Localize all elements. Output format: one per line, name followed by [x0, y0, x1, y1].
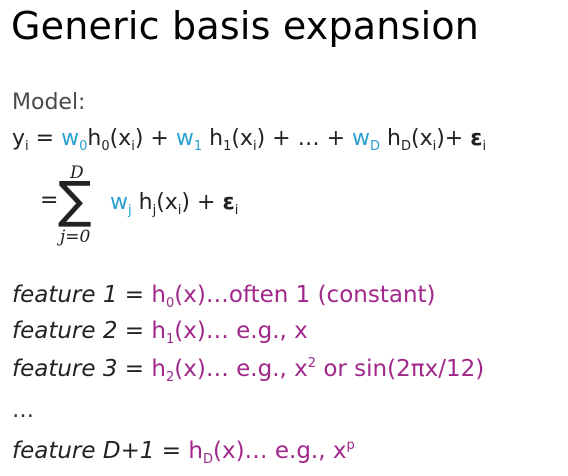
feature-line-3: feature 3 = h2(x)… e.g., x2 or sin(2πx/1…	[12, 356, 484, 385]
ellipsis: …	[12, 398, 34, 423]
basis-h0-subscript: 0	[101, 139, 110, 154]
feature-description: (x)… e.g., x	[174, 318, 308, 344]
sum-epsilon-symbol: ε	[222, 190, 235, 215]
basis-h1: h	[202, 126, 224, 151]
feature-description-alt: or sin(2πx/12)	[316, 356, 485, 382]
hD-arg-open: (x	[410, 126, 433, 151]
sum-equals-sign: =	[40, 188, 59, 213]
feature-exponent: 2	[307, 356, 317, 371]
weight-wD: w	[352, 126, 371, 151]
hj-arg-open: (x	[156, 190, 178, 215]
equals-sign: =	[28, 126, 62, 151]
sigma-icon: ∑	[58, 171, 92, 229]
feature-line-2: feature 2 = h1(x)… e.g., x	[12, 318, 308, 347]
feature-line-D: feature D+1 = hD(x)… e.g., xp	[12, 438, 355, 467]
weight-wD-subscript: D	[370, 139, 381, 154]
feature-basis: h	[188, 438, 203, 464]
feature-basis: h	[151, 282, 166, 308]
feature-description: (x)… e.g., x	[174, 356, 308, 382]
basis-hj: h	[131, 190, 153, 215]
feature-label: feature 1	[12, 282, 118, 308]
weight-w1: w	[175, 126, 194, 151]
h1-arg-close: ) + … +	[256, 126, 353, 151]
feature-equals: =	[117, 318, 152, 344]
feature-equals: =	[154, 438, 189, 464]
basis-hD-subscript: D	[400, 139, 411, 154]
feature-line-1: feature 1 = h0(x)…often 1 (constant)	[12, 282, 436, 311]
page-title: Generic basis expansion	[11, 4, 480, 48]
feature-equals: =	[117, 356, 152, 382]
feature-description: (x)… e.g., x	[212, 438, 347, 464]
y-symbol: y	[12, 126, 26, 151]
feature-label: feature 3	[12, 356, 118, 382]
feature-basis: h	[151, 318, 166, 344]
h1-arg-open: (x	[231, 126, 253, 151]
hj-arg-close: ) +	[181, 190, 223, 215]
sum-epsilon-subscript: i	[234, 203, 239, 218]
model-equation: yi = w0h0(xi) + w1 h1(xi) + … + wD hD(xi…	[12, 126, 486, 154]
hD-arg-close: )+	[436, 126, 471, 151]
feature-label: feature D+1	[12, 438, 155, 464]
weight-wj: w	[110, 190, 128, 215]
basis-h0: h	[87, 126, 102, 151]
feature-equals: =	[117, 282, 152, 308]
feature-basis-subscript: D	[202, 452, 213, 467]
weight-w0: w	[61, 126, 80, 151]
feature-description: (x)…often 1 (constant)	[174, 282, 436, 308]
weight-w1-subscript: 1	[193, 139, 203, 154]
feature-basis: h	[151, 356, 166, 382]
feature-label: feature 2	[12, 318, 118, 344]
model-label: Model:	[12, 90, 86, 115]
feature-exponent: p	[346, 438, 355, 453]
h0-arg-close: ) +	[134, 126, 176, 151]
summation: D ∑ j=0	[58, 163, 110, 253]
basis-hD: h	[380, 126, 401, 151]
h0-arg-open: (x	[109, 126, 132, 151]
sum-expression: wj hj(xi) + εi	[110, 190, 238, 218]
sum-lower-limit: j=0	[60, 227, 91, 247]
epsilon-symbol: ε	[470, 126, 483, 151]
epsilon-subscript: i	[482, 139, 487, 154]
